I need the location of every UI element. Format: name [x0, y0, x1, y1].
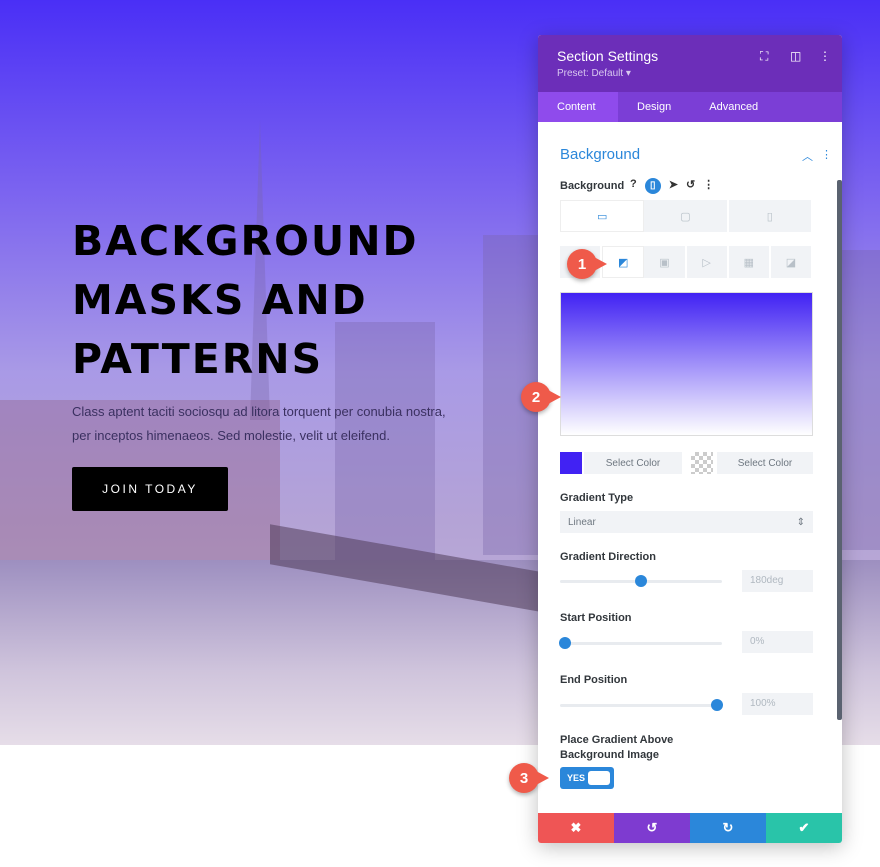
end-position-input[interactable]: 100%: [742, 693, 813, 715]
select-color-button[interactable]: Select Color: [584, 452, 682, 474]
pattern-icon[interactable]: ▦: [729, 246, 771, 278]
gradient-type-value: Linear: [568, 516, 596, 528]
heading-line: PATTERNS: [72, 335, 324, 383]
slider-handle[interactable]: [635, 575, 647, 587]
reset-icon[interactable]: ↺: [686, 178, 695, 194]
select-color-button[interactable]: Select Color: [717, 452, 813, 474]
direction-input[interactable]: 180deg: [742, 570, 813, 592]
mask-icon[interactable]: ◪: [771, 246, 814, 278]
undo-icon: ↺: [646, 820, 658, 835]
background-label: Background: [560, 180, 625, 192]
more-options-icon[interactable]: ⋮: [819, 49, 831, 63]
responsive-icon[interactable]: ▯: [644, 178, 661, 194]
gradient-type-select[interactable]: Linear ⇕: [560, 511, 813, 533]
redo-button[interactable]: ↻: [690, 813, 766, 843]
hero-body: Class aptent taciti sociosqu ad litora t…: [72, 404, 446, 443]
tab-content[interactable]: Content: [538, 92, 618, 122]
phone-icon[interactable]: ▯: [729, 200, 813, 232]
start-position-input[interactable]: 0%: [742, 631, 813, 653]
image-icon[interactable]: ▣: [644, 246, 687, 278]
select-arrows-icon: ⇕: [796, 516, 805, 528]
slider-handle[interactable]: [558, 637, 571, 649]
hover-pointer-icon[interactable]: ➤: [669, 178, 678, 194]
join-today-button[interactable]: JOIN TODAY: [72, 467, 228, 511]
toggle-label: YES: [567, 773, 586, 783]
gradient-direction-label: Gradient Direction: [560, 551, 656, 563]
save-button[interactable]: ✔: [766, 813, 842, 843]
undo-button[interactable]: ↺: [614, 813, 690, 843]
sidebar-layout-icon[interactable]: ◫: [790, 49, 801, 63]
gradient-preview[interactable]: [560, 292, 813, 436]
close-icon: ✖: [570, 820, 582, 835]
device-switcher: ▭ ▢ ▯: [560, 200, 813, 232]
cancel-button[interactable]: ✖: [538, 813, 614, 843]
preset-dropdown[interactable]: Preset: Default ▾: [557, 68, 823, 79]
scrollbar[interactable]: [837, 180, 842, 720]
end-position-slider[interactable]: [560, 699, 724, 711]
video-icon[interactable]: ▷: [687, 246, 729, 278]
desktop-icon[interactable]: ▭: [560, 200, 645, 232]
panel-header: Section Settings Preset: Default ▾ ⛶ ◫ ⋮: [538, 35, 842, 92]
transparent-color-swatch[interactable]: [691, 452, 713, 474]
start-color-swatch[interactable]: [560, 452, 582, 474]
section-settings-panel: Section Settings Preset: Default ▾ ⛶ ◫ ⋮…: [538, 35, 842, 843]
start-position-label: Start Position: [560, 612, 632, 624]
tablet-icon[interactable]: ▢: [644, 200, 729, 232]
field-more-icon[interactable]: ⋮: [703, 178, 714, 194]
panel-title: Section Settings: [557, 48, 659, 64]
step-badge-1: 1: [567, 249, 607, 279]
section-more-icon[interactable]: ⋮: [821, 148, 832, 161]
help-icon[interactable]: ?: [630, 178, 637, 194]
step-badge-2: 2: [521, 382, 561, 412]
place-gradient-above-label: Place Gradient Above Background Image: [560, 734, 674, 761]
end-position-label: End Position: [560, 674, 628, 686]
step-badge-3: 3: [509, 763, 549, 793]
heading-line: MASKS AND: [72, 276, 368, 324]
gradient-icon[interactable]: ◩: [602, 246, 645, 278]
redo-icon: ↻: [722, 820, 734, 835]
hero-heading: BACKGROUND MASKS AND PATTERNS: [72, 212, 419, 389]
settings-tabs: Content Design Advanced: [538, 92, 842, 122]
direction-slider[interactable]: [560, 575, 722, 587]
check-icon: ✔: [798, 820, 810, 835]
heading-line: BACKGROUND: [72, 217, 419, 265]
panel-footer: ✖ ↺ ↻ ✔: [538, 813, 842, 843]
tab-design[interactable]: Design: [618, 92, 690, 122]
place-gradient-toggle[interactable]: YES: [560, 767, 614, 789]
tab-advanced[interactable]: Advanced: [690, 92, 777, 122]
section-title[interactable]: Background: [560, 146, 640, 163]
expand-icon[interactable]: ⛶: [760, 49, 768, 64]
gradient-type-label: Gradient Type: [560, 492, 634, 504]
start-position-slider[interactable]: [558, 637, 722, 649]
collapse-chevron-icon[interactable]: ︿: [802, 148, 813, 164]
slider-handle[interactable]: [711, 699, 724, 711]
panel-body: Background ︿ ⋮ Background ? ▯ ➤ ↺ ⋮ ▭ ▢ …: [538, 122, 842, 813]
